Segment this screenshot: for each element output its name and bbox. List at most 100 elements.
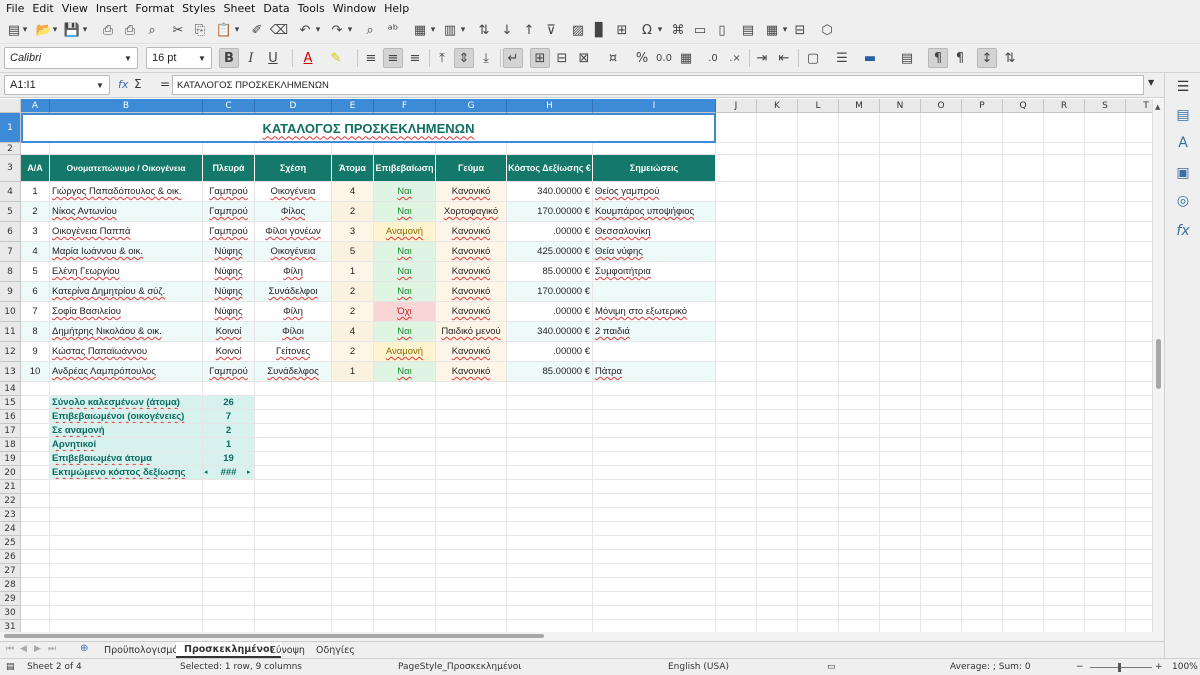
grid-cell[interactable] xyxy=(1003,522,1044,536)
grid-cell[interactable] xyxy=(593,564,716,578)
grid-cell[interactable] xyxy=(921,143,962,155)
gallery-icon[interactable]: ▣ xyxy=(1173,163,1193,183)
grid-cell[interactable] xyxy=(374,494,436,508)
grid-cell[interactable] xyxy=(798,564,839,578)
border-color-icon[interactable]: ▬ xyxy=(860,48,880,68)
grid-cell[interactable] xyxy=(839,466,880,480)
grid-cell[interactable] xyxy=(716,202,757,222)
grid-cell[interactable] xyxy=(332,480,374,494)
chevron-down-icon[interactable]: ▾ xyxy=(232,20,242,40)
row-header-22[interactable]: 22 xyxy=(0,494,21,508)
grid-cell[interactable] xyxy=(716,466,757,480)
cell-a13[interactable]: 10 xyxy=(21,362,50,382)
grid-cell[interactable] xyxy=(374,550,436,564)
grid-cell[interactable] xyxy=(1126,550,1152,564)
vertical-text-icon[interactable]: ⇅ xyxy=(1000,48,1020,68)
grid-cell[interactable] xyxy=(716,322,757,342)
grid-cell[interactable] xyxy=(255,522,332,536)
row-header-7[interactable]: 7 xyxy=(0,242,21,262)
row-header-25[interactable]: 25 xyxy=(0,536,21,550)
grid-cell[interactable] xyxy=(839,550,880,564)
cell-c7[interactable]: Νύφης xyxy=(203,242,255,262)
column-header-r[interactable]: R xyxy=(1044,99,1085,113)
grid-cell[interactable] xyxy=(1044,466,1085,480)
cell-i10[interactable]: Μόνιμη στο εξωτερικό xyxy=(593,302,716,322)
grid-cell[interactable] xyxy=(962,410,1003,424)
grid-cell[interactable] xyxy=(757,222,798,242)
grid-cell[interactable] xyxy=(21,508,50,522)
grid-cell[interactable] xyxy=(1003,438,1044,452)
grid-cell[interactable] xyxy=(1085,578,1126,592)
functions-icon[interactable]: fx xyxy=(1173,221,1193,241)
summary-label[interactable]: Αρνητικοί xyxy=(50,438,203,452)
grid-cell[interactable] xyxy=(1003,606,1044,620)
cell-b12[interactable]: Κώστας Παπαϊωάννου xyxy=(50,342,203,362)
grid-cell[interactable] xyxy=(798,536,839,550)
grid-cell[interactable] xyxy=(332,396,374,410)
cell-d9[interactable]: Συνάδελφοι xyxy=(255,282,332,302)
grid-cell[interactable] xyxy=(1044,362,1085,382)
grid-cell[interactable] xyxy=(1085,155,1126,182)
grid-cell[interactable] xyxy=(1085,362,1126,382)
grid-cell[interactable] xyxy=(1085,592,1126,606)
cell-c13[interactable]: Γαμπρού xyxy=(203,362,255,382)
grid-cell[interactable] xyxy=(962,322,1003,342)
grid-cell[interactable] xyxy=(374,410,436,424)
grid-cell[interactable] xyxy=(507,424,593,438)
status-page-style[interactable]: PageStyle_Προσκεκλημένοι xyxy=(398,662,521,672)
grid-cell[interactable] xyxy=(21,410,50,424)
grid-cell[interactable] xyxy=(1003,382,1044,396)
grid-cell[interactable] xyxy=(50,578,203,592)
horizontal-scrollbar[interactable] xyxy=(0,632,1164,641)
cell-h7[interactable]: 425.00000 € xyxy=(507,242,593,262)
grid-cell[interactable] xyxy=(1085,382,1126,396)
grid-cell[interactable] xyxy=(798,222,839,242)
grid-cell[interactable] xyxy=(757,242,798,262)
grid-cell[interactable] xyxy=(507,480,593,494)
font-color-icon[interactable]: A xyxy=(298,48,318,68)
grid-cell[interactable] xyxy=(436,508,507,522)
grid-cell[interactable] xyxy=(962,494,1003,508)
cell-i13[interactable]: Πάτρα xyxy=(593,362,716,382)
cell-d11[interactable]: Φίλοι xyxy=(255,322,332,342)
grid-cell[interactable] xyxy=(839,578,880,592)
grid-cell[interactable] xyxy=(716,396,757,410)
grid-cell[interactable] xyxy=(716,242,757,262)
grid-cell[interactable] xyxy=(716,606,757,620)
row-header-31[interactable]: 31 xyxy=(0,620,21,632)
grid-cell[interactable] xyxy=(880,282,921,302)
cell-h13[interactable]: 85.00000 € xyxy=(507,362,593,382)
grid-cell[interactable] xyxy=(1044,550,1085,564)
split-window-icon[interactable]: ⊟ xyxy=(790,20,810,40)
grid-cell[interactable] xyxy=(962,143,1003,155)
grid-cell[interactable] xyxy=(962,262,1003,282)
zoom-slider[interactable] xyxy=(1090,667,1152,668)
grid-cell[interactable] xyxy=(1003,302,1044,322)
grid-cell[interactable] xyxy=(436,620,507,632)
grid-cell[interactable] xyxy=(507,578,593,592)
grid-cell[interactable] xyxy=(798,522,839,536)
align-left-icon[interactable]: ≡ xyxy=(361,48,381,68)
grid-cell[interactable] xyxy=(1003,282,1044,302)
insert-image-icon[interactable]: ▨ xyxy=(568,20,588,40)
grid-cell[interactable] xyxy=(507,564,593,578)
cell-c6[interactable]: Γαμπρού xyxy=(203,222,255,242)
grid-cell[interactable] xyxy=(507,466,593,480)
sort-icon[interactable]: ⇅ xyxy=(474,20,494,40)
grid-cell[interactable] xyxy=(716,592,757,606)
grid-cell[interactable] xyxy=(1126,578,1152,592)
grid-cell[interactable] xyxy=(203,382,255,396)
cell-g13[interactable]: Κανονικό xyxy=(436,362,507,382)
grid-cell[interactable] xyxy=(880,302,921,322)
grid-cell[interactable] xyxy=(374,452,436,466)
grid-cell[interactable] xyxy=(203,143,255,155)
styles-icon[interactable]: A xyxy=(1173,133,1193,153)
grid-cell[interactable] xyxy=(507,410,593,424)
summary-value[interactable]: 19 xyxy=(203,452,255,466)
grid-cell[interactable] xyxy=(757,155,798,182)
column-title-d[interactable]: Σχέση xyxy=(255,155,332,182)
grid-cell[interactable] xyxy=(716,302,757,322)
grid-cell[interactable] xyxy=(507,452,593,466)
grid-cell[interactable] xyxy=(839,438,880,452)
grid-cell[interactable] xyxy=(921,342,962,362)
